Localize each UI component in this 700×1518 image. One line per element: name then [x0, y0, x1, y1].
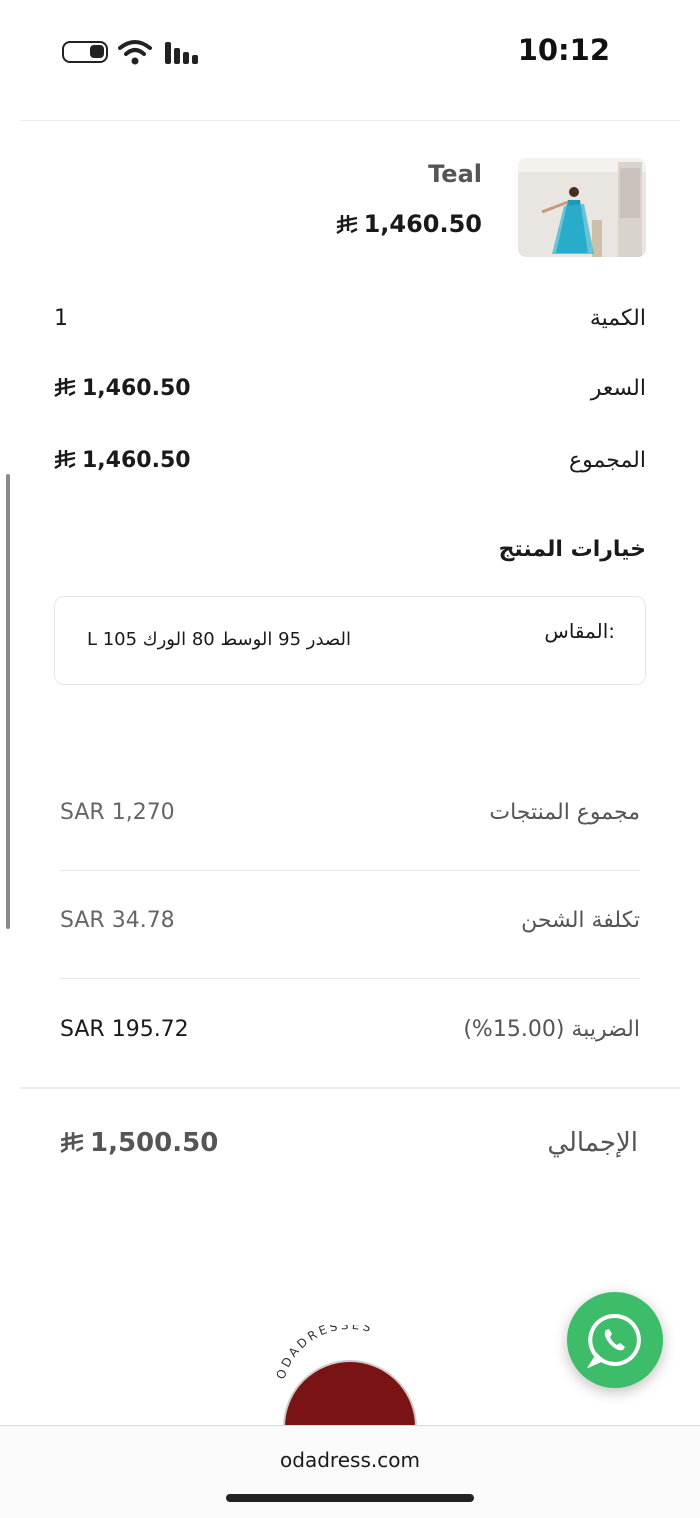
products-total-row: مجموع المنتجات SAR 1,270: [60, 800, 640, 908]
divider: [20, 120, 680, 121]
product-image[interactable]: [518, 158, 646, 257]
riyal-icon: [54, 378, 76, 397]
tax-value: SAR 195.72: [60, 1017, 189, 1042]
quantity-label: الكمية: [589, 306, 646, 331]
battery-icon: [62, 41, 108, 63]
whatsapp-button[interactable]: [567, 1292, 663, 1388]
product-options-box: المقاس: L الصدر 95 الوسط 80 الورك 105: [54, 596, 646, 685]
brand-logo: ODADRESSES: [264, 1325, 436, 1435]
shipping-row: تكلفة الشحن SAR 34.78: [60, 908, 640, 1016]
divider: [60, 978, 640, 979]
whatsapp-icon: [586, 1313, 641, 1369]
price-value: 1,460.50: [54, 376, 191, 401]
product-color: Teal: [428, 160, 482, 188]
riyal-icon: [335, 215, 358, 234]
tax-label: الضريبة (15.00%): [463, 1017, 640, 1042]
price-row: السعر 1,460.50: [54, 376, 646, 416]
subtotal-row: المجموع 1,460.50: [54, 448, 646, 488]
status-time: 10:12: [517, 33, 610, 67]
quantity-value: 1: [54, 306, 68, 331]
riyal-icon: [54, 450, 76, 469]
products-total-value: SAR 1,270: [60, 800, 175, 825]
tax-row: الضريبة (15.00%) SAR 195.72: [60, 1017, 640, 1125]
scrollbar[interactable]: [6, 474, 10, 929]
products-total-label: مجموع المنتجات: [489, 800, 640, 825]
signal-icon: [165, 42, 198, 64]
status-bar: 10:12: [0, 0, 700, 105]
shipping-value: SAR 34.78: [60, 908, 175, 933]
divider: [60, 870, 640, 871]
riyal-icon: [60, 1132, 84, 1153]
home-indicator[interactable]: [226, 1494, 474, 1502]
size-value: L الصدر 95 الوسط 80 الورك 105: [86, 629, 351, 650]
size-label: المقاس:: [544, 619, 615, 643]
quantity-row: الكمية 1: [54, 306, 646, 346]
browser-url-bar[interactable]: odadress.com: [0, 1425, 700, 1518]
subtotal-value: 1,460.50: [54, 448, 191, 473]
grand-total-value: 1,500.50: [60, 1128, 218, 1158]
product-price: 1,460.50: [335, 210, 482, 238]
wifi-icon: [118, 40, 152, 65]
divider: [20, 1087, 680, 1089]
url-text[interactable]: odadress.com: [0, 1448, 700, 1472]
subtotal-label: المجموع: [569, 448, 646, 473]
product-options-title: خيارات المنتج: [498, 537, 646, 562]
grand-total-label: الإجمالي: [547, 1128, 638, 1158]
price-label: السعر: [590, 376, 646, 401]
shipping-label: تكلفة الشحن: [521, 908, 640, 933]
